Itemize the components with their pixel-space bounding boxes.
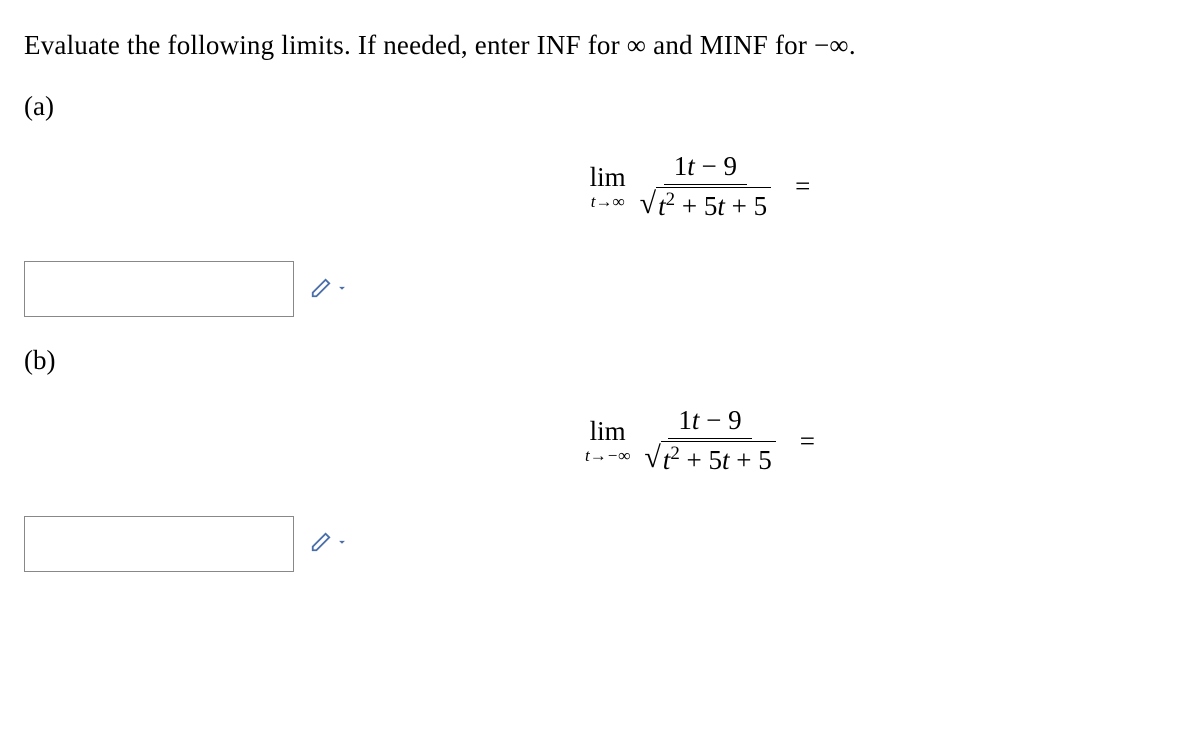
lim-b-sub: t→−∞ [585,447,630,464]
lim-b-word: lim [590,418,626,445]
equals-a: = [795,171,810,202]
edit-button-b[interactable] [306,527,353,560]
lim-a-word: lim [590,164,626,191]
pencil-icon [310,277,332,302]
chevron-down-icon [335,281,349,298]
part-b-label: (b) [24,345,1176,376]
lim-a-sub: t→∞ [591,193,625,210]
math-expression-a: lim t→∞ 1t − 9 √ t2 + 5t + 5 = [24,152,1176,221]
numerator-b: 1t − 9 [668,406,751,439]
denominator-a: √ t2 + 5t + 5 [634,185,777,222]
answer-input-a[interactable] [24,261,294,317]
numerator-a: 1t − 9 [664,152,747,185]
chevron-down-icon [335,535,349,552]
equals-b: = [800,426,815,457]
denominator-b: √ t2 + 5t + 5 [638,439,781,476]
edit-button-a[interactable] [306,273,353,306]
pencil-icon [310,531,332,556]
instruction-text: Evaluate the following limits. If needed… [24,30,1176,61]
part-a-label: (a) [24,91,1176,122]
answer-input-b[interactable] [24,516,294,572]
math-expression-b: lim t→−∞ 1t − 9 √ t2 + 5t + 5 = [24,406,1176,475]
